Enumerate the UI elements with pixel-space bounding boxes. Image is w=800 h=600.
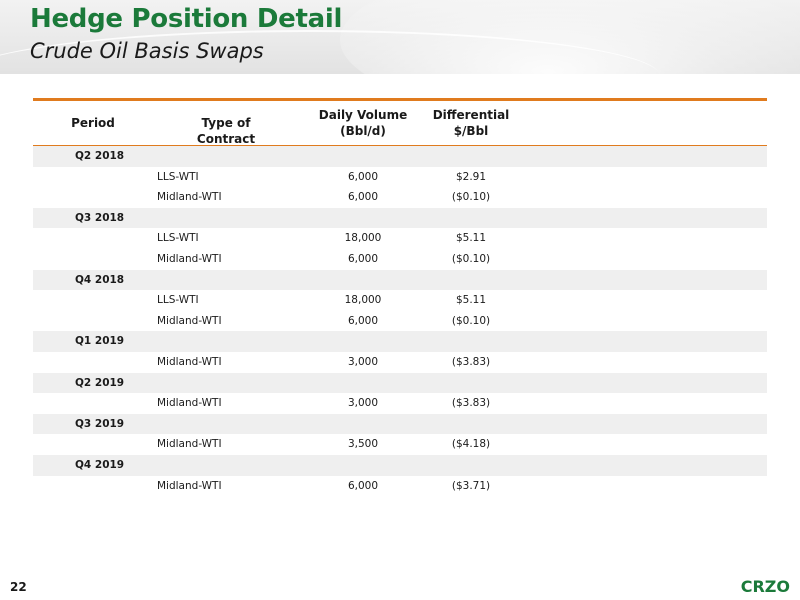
period-label: Q3 2019 bbox=[75, 417, 125, 430]
period-row: Q3 2018 bbox=[33, 207, 767, 229]
period-label: Q3 2018 bbox=[75, 211, 125, 224]
header-period: Period bbox=[71, 116, 115, 130]
differential: $5.11 bbox=[455, 294, 487, 307]
contract-row: LLS-WTI 18,000 $5.11 bbox=[33, 290, 767, 311]
differential: ($0.10) bbox=[451, 252, 491, 265]
period-label: Q4 2019 bbox=[75, 458, 125, 471]
differential: ($0.10) bbox=[451, 191, 491, 204]
contract-type: LLS-WTI bbox=[157, 170, 199, 183]
page-number: 22 bbox=[10, 580, 27, 594]
contract-row: Midland-WTI 6,000 ($0.10) bbox=[33, 187, 767, 208]
contract-row: Midland-WTI 6,000 ($3.71) bbox=[33, 476, 767, 497]
contract-type: Midland-WTI bbox=[157, 438, 222, 451]
header-daily-volume-line1: Daily Volume bbox=[318, 108, 408, 122]
header-differential: Differential $/Bbl bbox=[421, 107, 521, 139]
header-daily-volume-line2: (Bbl/d) bbox=[340, 124, 386, 138]
daily-volume: 3,000 bbox=[347, 355, 379, 368]
contract-type: Midland-WTI bbox=[157, 191, 222, 204]
daily-volume: 6,000 bbox=[347, 479, 379, 492]
contract-row: Midland-WTI 6,000 ($0.10) bbox=[33, 249, 767, 270]
daily-volume: 18,000 bbox=[344, 294, 382, 307]
header-daily-volume: Daily Volume (Bbl/d) bbox=[313, 107, 413, 139]
period-row: Q2 2018 bbox=[33, 146, 767, 167]
slide-subtitle: Crude Oil Basis Swaps bbox=[30, 39, 264, 63]
period-row: Q4 2019 bbox=[33, 454, 767, 476]
daily-volume: 6,000 bbox=[347, 314, 379, 327]
period-label: Q2 2018 bbox=[75, 150, 125, 162]
differential: $5.11 bbox=[455, 232, 487, 245]
contract-type: LLS-WTI bbox=[157, 232, 199, 245]
differential: ($3.83) bbox=[451, 397, 491, 410]
header-type-of-contract: Type of Contract bbox=[196, 116, 256, 146]
table-body: Q2 2018 LLS-WTI 6,000 $2.91 Midland-WTI 6,000… bbox=[33, 146, 767, 496]
contract-row: LLS-WTI 18,000 $5.11 bbox=[33, 228, 767, 249]
period-row: Q3 2019 bbox=[33, 413, 767, 435]
contract-row: Midland-WTI 3,500 ($4.18) bbox=[33, 434, 767, 455]
daily-volume: 6,000 bbox=[347, 191, 379, 204]
daily-volume: 6,000 bbox=[347, 170, 379, 183]
table-header-row: Period Type of Contract Daily Volume (Bb… bbox=[33, 101, 767, 146]
differential: $2.91 bbox=[455, 170, 487, 183]
hedge-table: Period Type of Contract Daily Volume (Bb… bbox=[33, 98, 767, 496]
differential: ($3.83) bbox=[451, 355, 491, 368]
contract-row: Midland-WTI 3,000 ($3.83) bbox=[33, 352, 767, 373]
differential: ($3.71) bbox=[451, 479, 491, 492]
contract-type: Midland-WTI bbox=[157, 314, 222, 327]
header-differential-line2: $/Bbl bbox=[453, 124, 489, 138]
contract-row: LLS-WTI 6,000 $2.91 bbox=[33, 167, 767, 188]
contract-type: Midland-WTI bbox=[157, 355, 222, 368]
slide-header: Hedge Position Detail Crude Oil Basis Sw… bbox=[0, 0, 800, 74]
differential: ($0.10) bbox=[451, 314, 491, 327]
contract-type: LLS-WTI bbox=[157, 294, 199, 307]
contract-type: Midland-WTI bbox=[157, 252, 222, 265]
period-row: Q1 2019 bbox=[33, 331, 767, 352]
period-label: Q4 2018 bbox=[75, 273, 125, 286]
slide-title: Hedge Position Detail bbox=[30, 4, 343, 34]
contract-type: Midland-WTI bbox=[157, 397, 222, 410]
daily-volume: 6,000 bbox=[347, 252, 379, 265]
daily-volume: 3,500 bbox=[347, 438, 379, 451]
contract-row: Midland-WTI 6,000 ($0.10) bbox=[33, 311, 767, 332]
company-logo: CRZO bbox=[740, 577, 790, 596]
period-label: Q2 2019 bbox=[75, 376, 125, 389]
contract-row: Midland-WTI 3,000 ($3.83) bbox=[33, 393, 767, 414]
differential: ($4.18) bbox=[451, 438, 491, 451]
period-label: Q1 2019 bbox=[75, 335, 125, 348]
header-differential-line1: Differential bbox=[432, 108, 510, 122]
contract-type: Midland-WTI bbox=[157, 479, 222, 492]
daily-volume: 3,000 bbox=[347, 397, 379, 410]
period-row: Q4 2018 bbox=[33, 269, 767, 291]
period-row: Q2 2019 bbox=[33, 372, 767, 394]
daily-volume: 18,000 bbox=[344, 232, 382, 245]
